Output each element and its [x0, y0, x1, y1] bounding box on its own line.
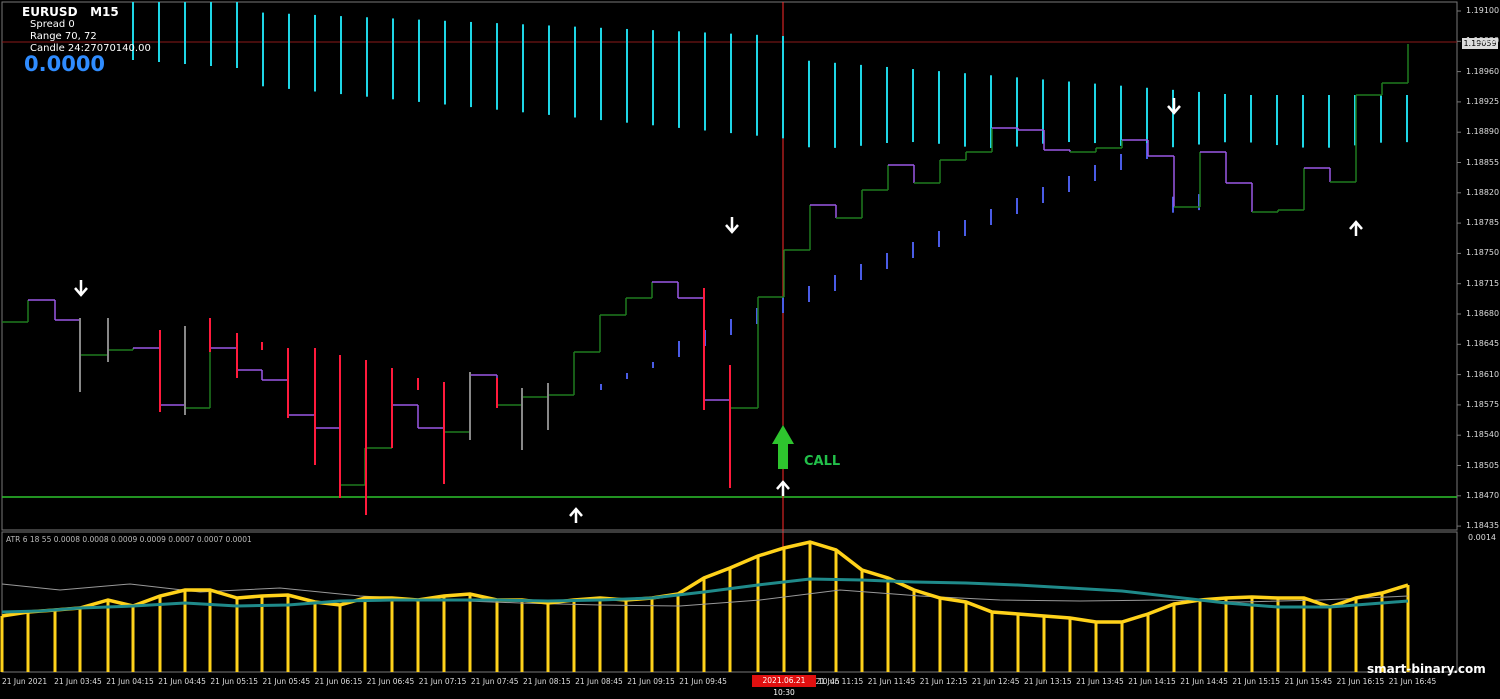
timeframe: M15: [90, 5, 119, 19]
time-tick-label: 21 Jun 15:15: [1232, 677, 1281, 686]
time-tick-label: 21 Jun 14:45: [1180, 677, 1228, 686]
call-signal-label: CALL: [804, 454, 841, 469]
time-tick-label: 21 Jun 12:45: [971, 677, 1020, 686]
time-tick-label: 21 Jun 06:45: [366, 677, 415, 686]
atr-max-label: 0.0014: [1468, 533, 1496, 542]
time-tick-label: 21 Jun 16:45: [1388, 677, 1437, 686]
time-tick-label: 21 Jun 15:45: [1284, 677, 1333, 686]
time-tick-label: 21 Jun 16:15: [1336, 677, 1385, 686]
time-tick-label: 21 Jun 07:15: [418, 677, 467, 686]
time-tick-label: 21 Jun 09:15: [627, 677, 675, 686]
call-arrow-icon: [772, 425, 794, 469]
price-tick-label: 1.18960: [1466, 66, 1500, 76]
up-arrow-icon: [1349, 220, 1363, 236]
range-info: Range 70, 72: [30, 31, 97, 42]
time-tick-label: 21 Jun 04:15: [106, 677, 154, 686]
time-tick-label: 21 Jun 09:45: [679, 677, 727, 686]
price-tick-label: 1.18610: [1466, 369, 1500, 379]
time-tick-label: 21 Jun 08:45: [575, 677, 623, 686]
price-tick-label: 1.18820: [1466, 187, 1500, 197]
symbol-name: EURUSD: [22, 5, 78, 19]
down-arrow-icon: [725, 217, 739, 234]
price-tick-label: 1.18645: [1466, 339, 1500, 349]
up-arrow-icon: [569, 507, 583, 523]
down-arrow-icon: [74, 280, 88, 297]
price-tick-label: 1.18680: [1466, 309, 1500, 318]
time-tick-label: 21 Jun 12:15: [919, 677, 968, 686]
big-value: 0.0000: [24, 52, 106, 76]
atr-pane[interactable]: [0, 531, 1458, 673]
spread-info: Spread 0: [30, 19, 75, 30]
time-tick-label: 21 Jun 04:45: [158, 677, 206, 686]
price-tick-label: 1.18505: [1466, 460, 1500, 470]
price-tick-label: 1.18785: [1466, 218, 1500, 228]
trading-chart[interactable]: EURUSD M15 Spread 0 Range 70, 72 Candle …: [0, 0, 1500, 697]
time-tick-label: 21 Jun 2021: [2, 677, 48, 686]
time-tick-label: 21 Jun 05:15: [210, 677, 259, 686]
symbol-title: EURUSD M15: [22, 5, 119, 19]
time-tick-label: 21 Jun 08:15: [523, 677, 571, 686]
up-arrow-icon: [776, 480, 790, 496]
down-arrow-icon: [1167, 98, 1181, 115]
time-tick-label: 21 Jun 11:15: [815, 677, 864, 686]
time-tick-label: 21 Jun 06:15: [314, 677, 363, 686]
time-tick-label: 21 Jun 11:45: [867, 677, 916, 686]
chart-canvas[interactable]: [0, 0, 1500, 690]
price-tick-label: 1.19030: [1466, 36, 1500, 46]
price-tick-label: 1.18470: [1466, 490, 1500, 500]
time-tick-label: 21 Jun 13:45: [1076, 677, 1124, 686]
selected-time-tag: 2021.06.21 10:30: [752, 675, 816, 697]
time-tick-label: 21 Jun 03:45: [54, 677, 102, 686]
price-tick-label: 1.18925: [1466, 96, 1500, 106]
price-tick-label: 1.18715: [1466, 278, 1500, 288]
time-tick-label: 21 Jun 07:45: [470, 677, 519, 686]
price-tick-label: 1.18855: [1466, 157, 1500, 167]
price-tick-label: 1.18890: [1466, 127, 1500, 137]
time-tick-label: 21 Jun 05:45: [262, 677, 311, 686]
price-tick-label: 1.18750: [1466, 248, 1500, 258]
price-tick-label: 1.18435: [1466, 521, 1500, 531]
price-tick-label: 1.19100: [1466, 6, 1500, 15]
time-tick-label: 21 Jun 14:15: [1128, 677, 1176, 686]
atr-indicator-label: ATR 6 18 55 0.0008 0.0008 0.0009 0.0009 …: [6, 535, 252, 544]
time-tick-label: 21 Jun 13:15: [1024, 677, 1072, 686]
price-tick-label: 1.18575: [1466, 399, 1500, 409]
price-tick-label: 1.18540: [1466, 430, 1500, 440]
watermark: smart-binary.com: [1367, 662, 1486, 676]
